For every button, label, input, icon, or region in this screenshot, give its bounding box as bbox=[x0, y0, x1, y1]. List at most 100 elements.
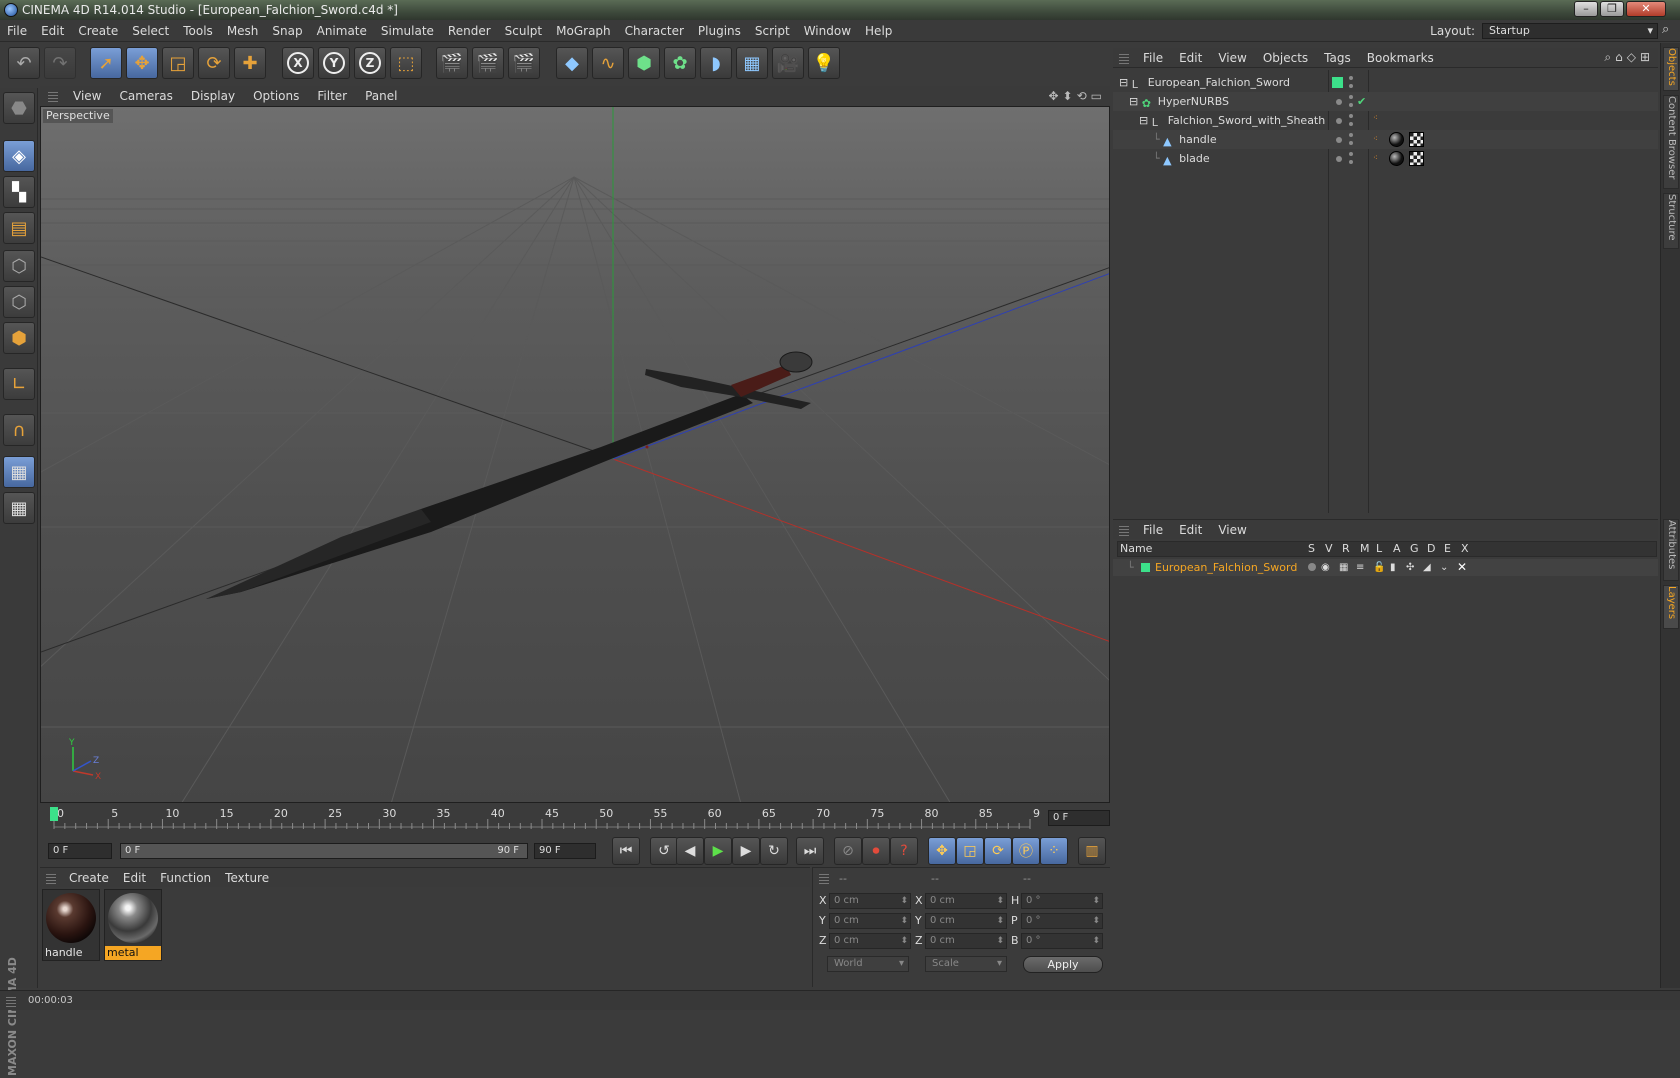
record-rotation-button[interactable]: ⟳ bbox=[984, 837, 1012, 865]
record-scale-button[interactable]: ◲ bbox=[956, 837, 984, 865]
add-camera-button[interactable]: 🎥 bbox=[772, 47, 804, 79]
viewport-navigation-icons[interactable]: ✥⬍⟲▭ bbox=[1048, 89, 1106, 103]
menu-simulate[interactable]: Simulate bbox=[374, 20, 441, 42]
snap-button[interactable]: ∩ bbox=[3, 414, 35, 446]
maximize-button[interactable]: ❐ bbox=[1600, 1, 1624, 17]
material-menu-create[interactable]: Create bbox=[62, 868, 116, 888]
workplane-mode-button[interactable]: ▤ bbox=[3, 212, 35, 244]
polygons-mode-button[interactable]: ⬢ bbox=[3, 322, 35, 354]
minimize-button[interactable]: – bbox=[1574, 1, 1598, 17]
layer-color-swatch[interactable] bbox=[1141, 563, 1150, 572]
editor-visibility-dot[interactable] bbox=[1336, 99, 1342, 105]
panel-grip-icon[interactable] bbox=[48, 90, 58, 102]
layer-col-animation[interactable]: A bbox=[1393, 542, 1401, 556]
material-handle[interactable]: handle bbox=[42, 889, 100, 961]
editor-visibility-dot[interactable] bbox=[1349, 95, 1353, 99]
size-y-field[interactable]: 0 cm bbox=[925, 913, 1007, 929]
viewport-menu-view[interactable]: View bbox=[64, 86, 110, 106]
pos-x-field[interactable]: 0 cm bbox=[829, 893, 911, 909]
goto-end-button[interactable]: ⏭ bbox=[796, 837, 824, 865]
menu-sculpt[interactable]: Sculpt bbox=[498, 20, 549, 42]
close-button[interactable]: ✕ bbox=[1626, 1, 1666, 17]
scale-tool-button[interactable]: ◲ bbox=[162, 47, 194, 79]
render-visibility-dot[interactable] bbox=[1349, 160, 1353, 164]
render-view-button[interactable]: 🎬 bbox=[436, 47, 468, 79]
editor-visibility-dot[interactable] bbox=[1349, 76, 1353, 80]
last-tool-button[interactable]: ✚ bbox=[234, 47, 266, 79]
object-row-falchion-sword-with-sheath[interactable]: ⊟ L Falchion_Sword_with_Sheath ⁖ bbox=[1113, 111, 1658, 130]
object-row-hypernurbs[interactable]: ⊟ ✿ HyperNURBS ✔ bbox=[1113, 92, 1658, 111]
menu-mograph[interactable]: MoGraph bbox=[549, 20, 618, 42]
menu-window[interactable]: Window bbox=[797, 20, 858, 42]
menu-select[interactable]: Select bbox=[125, 20, 176, 42]
layers-menu-view[interactable]: View bbox=[1210, 520, 1254, 540]
material-tag-icon[interactable] bbox=[1389, 151, 1404, 166]
add-cube-button[interactable]: ◆ bbox=[556, 47, 588, 79]
add-nurbs-button[interactable]: ⬢ bbox=[628, 47, 660, 79]
objects-menu-file[interactable]: File bbox=[1135, 48, 1171, 68]
x-axis-button[interactable]: X bbox=[282, 47, 314, 79]
menu-help[interactable]: Help bbox=[858, 20, 899, 42]
editor-visibility-dot[interactable] bbox=[1349, 152, 1353, 156]
object-row-european-falchion-sword[interactable]: ⊟ L European_Falchion_Sword bbox=[1113, 73, 1658, 92]
layer-deformer-icon[interactable]: ◢ bbox=[1423, 562, 1431, 573]
coordinate-system-button[interactable]: ⬚ bbox=[390, 47, 422, 79]
menu-plugins[interactable]: Plugins bbox=[691, 20, 748, 42]
material-metal[interactable]: metal bbox=[104, 889, 162, 961]
material-menu-edit[interactable]: Edit bbox=[116, 868, 153, 888]
pos-y-field[interactable]: 0 cm bbox=[829, 913, 911, 929]
size-z-field[interactable]: 0 cm bbox=[925, 933, 1007, 949]
goto-start-button[interactable]: ⏮ bbox=[612, 837, 640, 865]
layer-manager-icon[interactable]: ≡ bbox=[1356, 562, 1364, 573]
objects-menu-tags[interactable]: Tags bbox=[1316, 48, 1359, 68]
viewport-menu-filter[interactable]: Filter bbox=[308, 86, 356, 106]
z-axis-button[interactable]: Z bbox=[354, 47, 386, 79]
size-mode-select[interactable]: Scale bbox=[925, 956, 1007, 972]
objects-menu-bookmarks[interactable]: Bookmarks bbox=[1359, 48, 1442, 68]
tab-content-browser[interactable]: Content Browser bbox=[1663, 95, 1679, 189]
record-point-level-button[interactable]: ⁘ bbox=[1040, 837, 1068, 865]
tree-expander-icon[interactable]: ⊟ bbox=[1139, 114, 1148, 127]
rotate-tool-button[interactable]: ⟳ bbox=[198, 47, 230, 79]
editor-visibility-dot[interactable] bbox=[1336, 118, 1342, 124]
material-menu-function[interactable]: Function bbox=[153, 868, 218, 888]
layers-menu-edit[interactable]: Edit bbox=[1171, 520, 1210, 540]
layer-col-manager[interactable]: M bbox=[1360, 542, 1370, 556]
panel-grip-icon[interactable] bbox=[46, 872, 56, 884]
render-visibility-dot[interactable] bbox=[1349, 103, 1353, 107]
layer-col-expressions[interactable]: E bbox=[1444, 542, 1451, 556]
uvw-tag-icon[interactable] bbox=[1409, 132, 1424, 147]
render-visibility-dot[interactable] bbox=[1349, 141, 1353, 145]
menu-file[interactable]: File bbox=[0, 20, 34, 42]
viewport-menu-display[interactable]: Display bbox=[182, 86, 244, 106]
locked-workplane-button[interactable]: ▦ bbox=[3, 456, 35, 488]
tab-attributes[interactable]: Attributes bbox=[1663, 519, 1679, 581]
layer-col-solo[interactable]: S bbox=[1308, 542, 1315, 556]
menu-tools[interactable]: Tools bbox=[176, 20, 220, 42]
editor-visibility-dot[interactable] bbox=[1349, 133, 1353, 137]
render-picture-viewer-button[interactable]: 🎬 bbox=[472, 47, 504, 79]
layer-col-locked[interactable]: L bbox=[1376, 542, 1382, 556]
menu-render[interactable]: Render bbox=[441, 20, 498, 42]
tree-expander-icon[interactable]: ⊟ bbox=[1119, 76, 1128, 89]
editor-visibility-dot[interactable] bbox=[1349, 114, 1353, 118]
goto-previous-key-button[interactable]: ↺ bbox=[650, 837, 678, 865]
layout-select[interactable]: Startup bbox=[1482, 23, 1658, 39]
layer-color-swatch[interactable] bbox=[1332, 77, 1343, 88]
layer-col-name[interactable]: Name bbox=[1120, 542, 1152, 556]
panel-grip-icon[interactable] bbox=[1119, 524, 1129, 536]
search-icon[interactable]: ⌕ bbox=[1662, 23, 1676, 37]
add-light-button[interactable]: 💡 bbox=[808, 47, 840, 79]
material-tag-icon[interactable] bbox=[1389, 132, 1404, 147]
frame-range-slider[interactable]: 0 F 90 F bbox=[120, 843, 528, 859]
phong-tag-icon[interactable]: ⁖ bbox=[1373, 135, 1381, 143]
render-visibility-dot[interactable] bbox=[1349, 84, 1353, 88]
viewport-menu-options[interactable]: Options bbox=[244, 86, 308, 106]
layer-xref-icon[interactable]: ✕ bbox=[1457, 560, 1467, 574]
layer-expression-icon[interactable]: ⌄ bbox=[1440, 562, 1448, 573]
layer-generator-icon[interactable]: ✣ bbox=[1406, 562, 1414, 573]
editor-visibility-dot[interactable] bbox=[1336, 156, 1342, 162]
pos-z-field[interactable]: 0 cm bbox=[829, 933, 911, 949]
menu-character[interactable]: Character bbox=[618, 20, 691, 42]
current-frame-field[interactable]: 0 F bbox=[1048, 810, 1110, 826]
